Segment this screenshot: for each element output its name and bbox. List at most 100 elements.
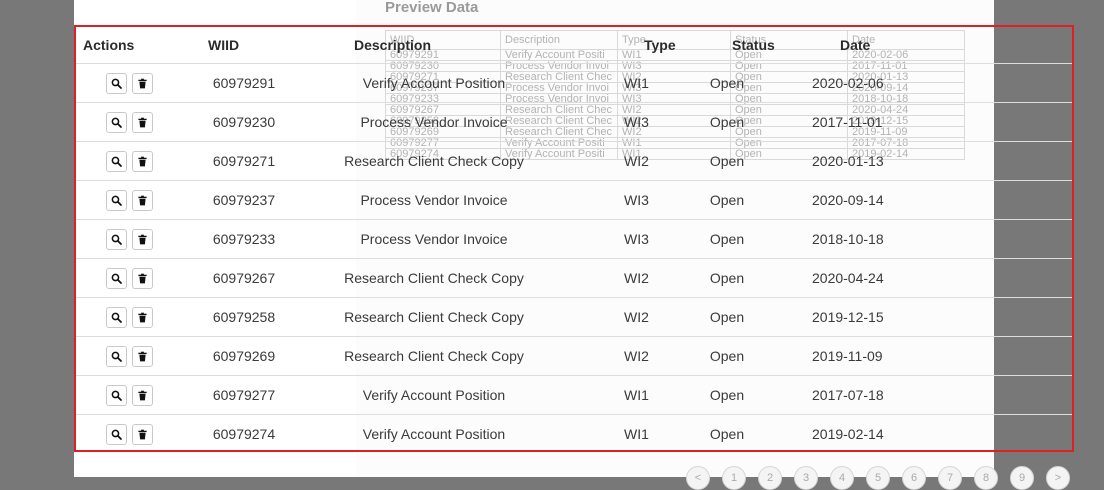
wiid-cell: 60979291 (212, 75, 276, 91)
header-type[interactable]: Type (554, 27, 676, 64)
status-cell: Open (644, 297, 748, 337)
search-icon (111, 117, 122, 128)
type-cell: WI1 (624, 75, 649, 91)
date-cell: 2019-12-15 (748, 297, 1072, 337)
header-date[interactable]: Date (748, 27, 1072, 64)
view-button[interactable] (105, 267, 127, 289)
status-cell: Open (644, 141, 748, 181)
description-cell: Process Vendor Invoice (284, 180, 554, 220)
description-cell: Research Client Check Copy (284, 258, 554, 298)
header-status[interactable]: Status (644, 27, 775, 64)
search-icon (111, 78, 122, 89)
view-button[interactable] (105, 345, 127, 367)
page-button[interactable]: 8 (974, 466, 998, 490)
table-row: 60979291 Verify Account Position WI1 Open 20… (76, 64, 1072, 103)
table-row: 60979230 Process Vendor Invoice WI3 Open 201… (76, 102, 1072, 142)
search-icon (111, 273, 122, 284)
description-cell: Process Vendor Invoice (284, 219, 554, 259)
table-row: 60979267 Research Client Check Copy WI2 Ope… (76, 258, 1072, 298)
type-cell: WI3 (554, 219, 649, 259)
description-cell: Verify Account Position (362, 75, 506, 91)
delete-button[interactable] (131, 72, 153, 94)
wiid-cell: 60979271 (174, 141, 284, 181)
view-button[interactable] (105, 150, 127, 172)
delete-button[interactable] (131, 150, 153, 172)
wiid-cell: 60979230 (174, 102, 284, 142)
view-button[interactable] (105, 72, 127, 94)
wiid-cell: 60979277 (174, 375, 284, 415)
wiid-cell: 60979233 (174, 219, 284, 259)
delete-button[interactable] (131, 267, 153, 289)
delete-button[interactable] (131, 423, 153, 445)
type-cell: WI3 (554, 180, 649, 220)
type-cell: WI1 (554, 375, 649, 415)
table-row: 60979271 Research Client Check Copy WI2 Ope… (76, 141, 1072, 181)
view-button[interactable] (105, 228, 127, 250)
trash-icon (137, 78, 148, 89)
preview-title: Preview Data (385, 0, 479, 16)
search-icon (111, 234, 122, 245)
page-button[interactable]: 3 (794, 466, 818, 490)
trash-icon (137, 234, 148, 245)
delete-button[interactable] (131, 306, 153, 328)
actions-cell (76, 414, 174, 453)
page-button[interactable]: 7 (938, 466, 962, 490)
trash-icon (137, 312, 148, 323)
header-actions: Actions (76, 27, 174, 64)
delete-button[interactable] (131, 228, 153, 250)
table-row: 60979237 Process Vendor Invoice WI3 Open 202… (76, 180, 1072, 220)
status-cell: Open (709, 75, 745, 91)
view-button[interactable] (105, 384, 127, 406)
search-icon (111, 312, 122, 323)
date-cell: 2020-04-24 (748, 258, 1072, 298)
description-cell: Research Client Check Copy (284, 336, 554, 376)
search-icon (111, 351, 122, 362)
delete-button[interactable] (131, 384, 153, 406)
delete-button[interactable] (131, 345, 153, 367)
status-cell: Open (644, 102, 748, 142)
search-icon (111, 429, 122, 440)
view-button[interactable] (105, 306, 127, 328)
actions-cell (76, 258, 174, 298)
actions-cell (76, 375, 174, 415)
view-button[interactable] (105, 111, 127, 133)
page-button[interactable]: 4 (830, 466, 854, 490)
status-cell: Open (644, 258, 748, 298)
view-button[interactable] (105, 423, 127, 445)
page-button[interactable]: < (686, 466, 710, 490)
type-cell: WI2 (554, 141, 649, 181)
trash-icon (137, 273, 148, 284)
page-button[interactable]: > (1046, 466, 1070, 490)
trash-icon (137, 156, 148, 167)
date-cell: 2019-02-14 (748, 414, 1072, 453)
work-items-table-container: Actions WIID Description Type Status Dat… (74, 25, 1074, 453)
page-button[interactable]: 6 (902, 466, 926, 490)
header-description[interactable]: Description (284, 27, 554, 64)
type-cell: WI2 (554, 336, 649, 376)
page-button[interactable]: 1 (722, 466, 746, 490)
view-button[interactable] (105, 189, 127, 211)
delete-button[interactable] (131, 189, 153, 211)
description-cell: Process Vendor Invoice (284, 102, 554, 142)
page-button[interactable]: 2 (758, 466, 782, 490)
description-cell: Research Client Check Copy (284, 297, 554, 337)
trash-icon (137, 117, 148, 128)
description-cell: Research Client Check Copy (284, 141, 554, 181)
page-button[interactable]: 5 (866, 466, 890, 490)
date-cell: 2020-09-14 (748, 180, 1072, 220)
status-cell: Open (644, 336, 748, 376)
table-row: 60979233 Process Vendor Invoice WI3 Open 201… (76, 219, 1072, 259)
delete-button[interactable] (131, 111, 153, 133)
date-cell: 2018-10-18 (748, 219, 1072, 259)
description-cell: Verify Account Position (284, 414, 554, 453)
header-wiid[interactable]: WIID (174, 27, 284, 64)
actions-cell (76, 180, 174, 220)
status-cell: Open (644, 180, 748, 220)
type-cell: WI3 (554, 102, 649, 142)
status-cell: Open (644, 375, 748, 415)
date-cell: 2019-11-09 (748, 336, 1072, 376)
work-items-table: Actions WIID Description Type Status Dat… (76, 27, 1072, 453)
page-button[interactable]: 9 (1010, 466, 1034, 490)
wiid-cell: 60979258 (174, 297, 284, 337)
trash-icon (137, 351, 148, 362)
